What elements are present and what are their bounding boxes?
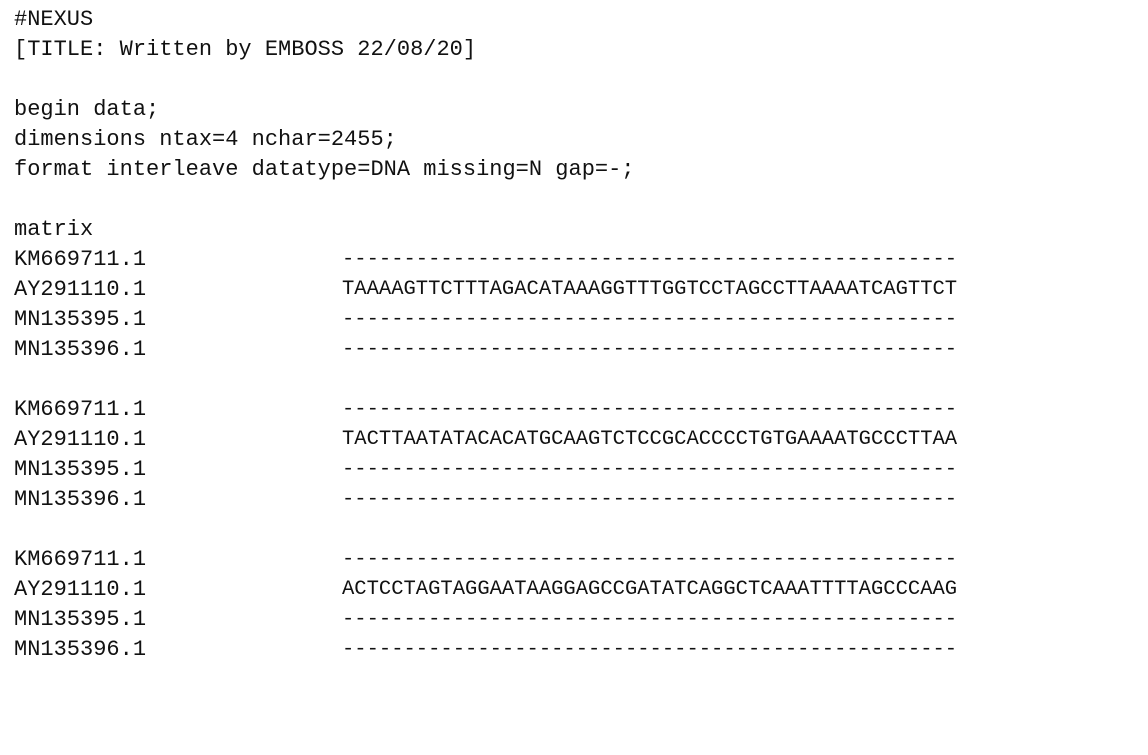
alignment-row: MN135395.1 -----------------------------… — [14, 305, 1144, 335]
alignment-row: MN135396.1 -----------------------------… — [14, 485, 1144, 515]
taxon-label: AY291110.1 — [14, 427, 147, 452]
sequence-segment: ----------------------------------------… — [342, 308, 958, 331]
sequence-segment: ----------------------------------------… — [342, 458, 958, 481]
format-line: format interleave datatype=DNA missing=N… — [14, 157, 635, 182]
taxon-label: MN135395.1 — [14, 607, 147, 632]
taxon-label: MN135395.1 — [14, 307, 147, 332]
alignment-row: KM669711.1 -----------------------------… — [14, 245, 1144, 275]
sequence-segment: TACTTAATATACACATGCAAGTCTCCGCACCCCTGTGAAA… — [342, 428, 958, 451]
sequence-segment: TAAAAGTTCTTTAGACATAAAGGTTTGGTCCTAGCCTTAA… — [342, 278, 958, 301]
dimensions-line: dimensions ntax=4 nchar=2455; — [14, 127, 397, 152]
sequence-segment: ----------------------------------------… — [342, 338, 958, 361]
taxon-label: AY291110.1 — [14, 577, 147, 602]
sequence-segment: ----------------------------------------… — [342, 548, 958, 571]
alignment-block: KM669711.1 -----------------------------… — [14, 245, 1144, 365]
alignment-row: AY291110.1 TAAAAGTTCTTTAGACATAAAGGTTTGGT… — [14, 275, 1144, 305]
sequence-segment: ----------------------------------------… — [342, 488, 958, 511]
taxon-label: KM669711.1 — [14, 247, 147, 272]
alignment-row: AY291110.1 ACTCCTAGTAGGAATAAGGAGCCGATATC… — [14, 575, 1144, 605]
taxon-label: MN135396.1 — [14, 637, 147, 662]
nexus-document: #NEXUS [TITLE: Written by EMBOSS 22/08/2… — [14, 5, 1144, 665]
taxon-label: MN135395.1 — [14, 457, 147, 482]
alignment-row: AY291110.1 TACTTAATATACACATGCAAGTCTCCGCA… — [14, 425, 1144, 455]
alignment-block: KM669711.1 -----------------------------… — [14, 545, 1144, 665]
sequence-segment: ----------------------------------------… — [342, 638, 958, 661]
taxon-label: KM669711.1 — [14, 397, 147, 422]
sequence-segment: ----------------------------------------… — [342, 608, 958, 631]
taxon-label: AY291110.1 — [14, 277, 147, 302]
nexus-header-line: #NEXUS — [14, 7, 94, 32]
begin-data-line: begin data; — [14, 97, 160, 122]
sequence-segment: ACTCCTAGTAGGAATAAGGAGCCGATATCAGGCTCAAATT… — [342, 578, 958, 601]
taxon-label: KM669711.1 — [14, 547, 147, 572]
sequence-segment: ----------------------------------------… — [342, 248, 958, 271]
alignment-row: KM669711.1 -----------------------------… — [14, 545, 1144, 575]
alignment-row: MN135395.1 -----------------------------… — [14, 455, 1144, 485]
taxon-label: MN135396.1 — [14, 487, 147, 512]
alignment-row: KM669711.1 -----------------------------… — [14, 395, 1144, 425]
matrix-keyword-line: matrix — [14, 217, 94, 242]
taxon-label: MN135396.1 — [14, 337, 147, 362]
sequence-segment: ----------------------------------------… — [342, 398, 958, 421]
alignment-row: MN135396.1 -----------------------------… — [14, 335, 1144, 365]
alignment-row: MN135395.1 -----------------------------… — [14, 605, 1144, 635]
alignment-row: MN135396.1 -----------------------------… — [14, 635, 1144, 665]
alignment-block: KM669711.1 -----------------------------… — [14, 395, 1144, 515]
title-comment-line: [TITLE: Written by EMBOSS 22/08/20] — [14, 37, 477, 62]
